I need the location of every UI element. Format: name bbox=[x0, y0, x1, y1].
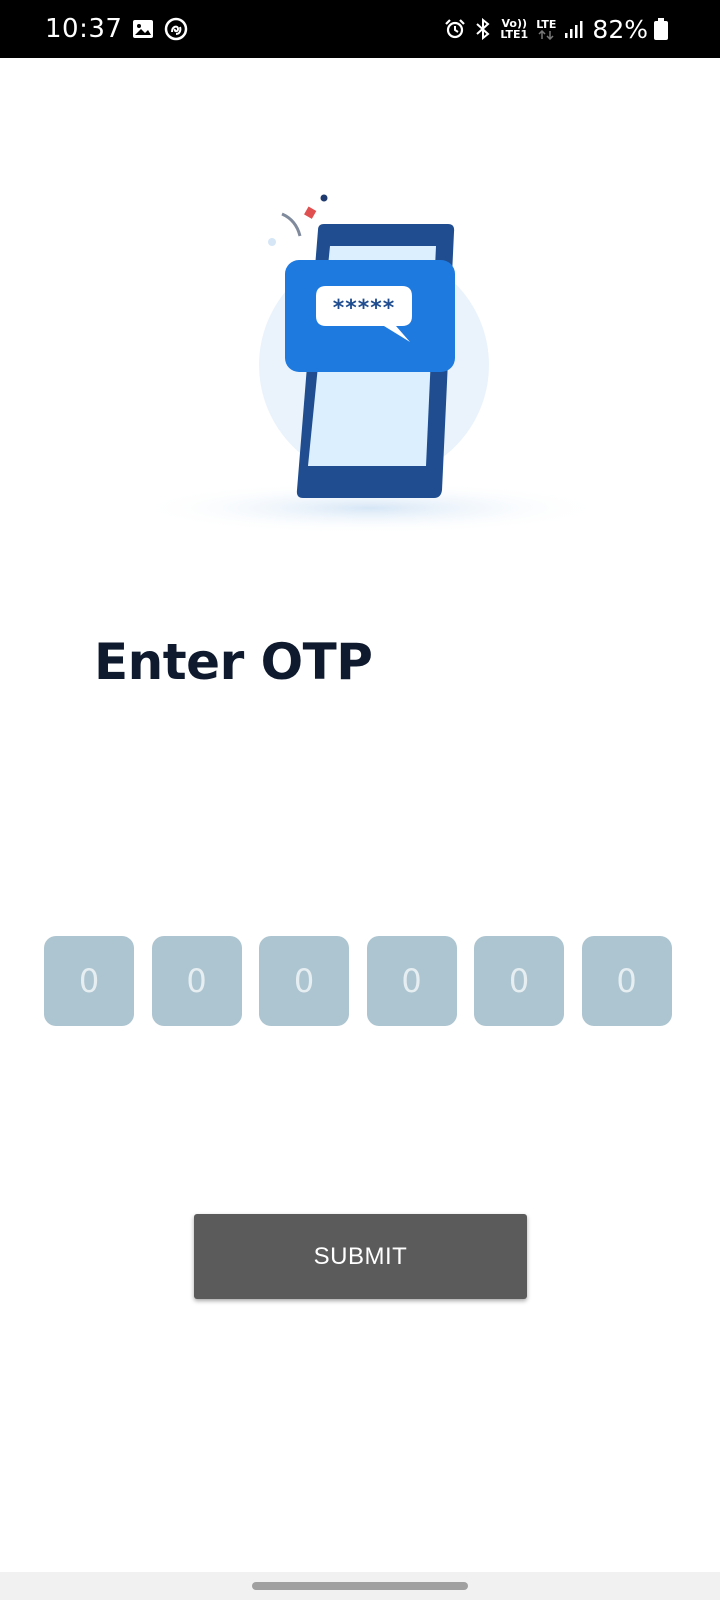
chat-bubble-mask: ***** bbox=[333, 296, 396, 321]
lte-icon: LTE bbox=[536, 19, 556, 40]
alarm-icon bbox=[444, 18, 466, 40]
confetti-light bbox=[268, 238, 276, 246]
status-time: 10:37 bbox=[45, 14, 123, 44]
page-title: Enter OTP bbox=[94, 633, 373, 691]
otp-digit-placeholder: 0 bbox=[78, 962, 100, 1000]
volte-bottom-label: LTE1 bbox=[500, 28, 529, 41]
sync-app-icon bbox=[164, 17, 188, 41]
lte-label: LTE bbox=[536, 17, 557, 31]
otp-digit-1[interactable]: 0 bbox=[44, 936, 134, 1026]
battery-percentage: 82% bbox=[592, 14, 648, 44]
submit-button[interactable]: SUBMIT bbox=[194, 1214, 527, 1299]
status-right: Vo)) LTE1 LTE 82% bbox=[444, 15, 676, 44]
confetti-red bbox=[304, 206, 317, 219]
otp-digit-placeholder: 0 bbox=[401, 962, 422, 1000]
otp-digit-placeholder: 0 bbox=[508, 962, 530, 1000]
status-bar: 10:37 Vo)) LTE1 LTE 82% bbox=[0, 0, 720, 58]
signal-icon bbox=[564, 19, 584, 39]
otp-digit-placeholder: 0 bbox=[186, 962, 207, 1000]
confetti-dot bbox=[320, 194, 328, 202]
otp-digit-3[interactable]: 0 bbox=[259, 936, 349, 1026]
navigation-bar bbox=[0, 1572, 720, 1600]
otp-digit-placeholder: 0 bbox=[293, 962, 315, 1000]
home-gesture-handle[interactable] bbox=[252, 1582, 468, 1590]
otp-input-row: 0 0 0 0 0 0 bbox=[44, 936, 672, 1026]
otp-digit-6[interactable]: 0 bbox=[581, 936, 672, 1026]
status-left: 10:37 bbox=[45, 14, 188, 44]
volte-icon: Vo)) LTE1 bbox=[500, 18, 528, 40]
otp-phone-illustration: ***** bbox=[130, 190, 610, 535]
otp-digit-4[interactable]: 0 bbox=[366, 936, 457, 1026]
image-icon bbox=[132, 18, 154, 40]
otp-digit-5[interactable]: 0 bbox=[474, 936, 564, 1026]
otp-digit-placeholder: 0 bbox=[616, 962, 637, 1000]
bluetooth-icon bbox=[474, 18, 492, 40]
otp-digit-2[interactable]: 0 bbox=[151, 936, 242, 1026]
confetti-arc bbox=[281, 212, 302, 237]
battery-icon bbox=[654, 18, 668, 40]
